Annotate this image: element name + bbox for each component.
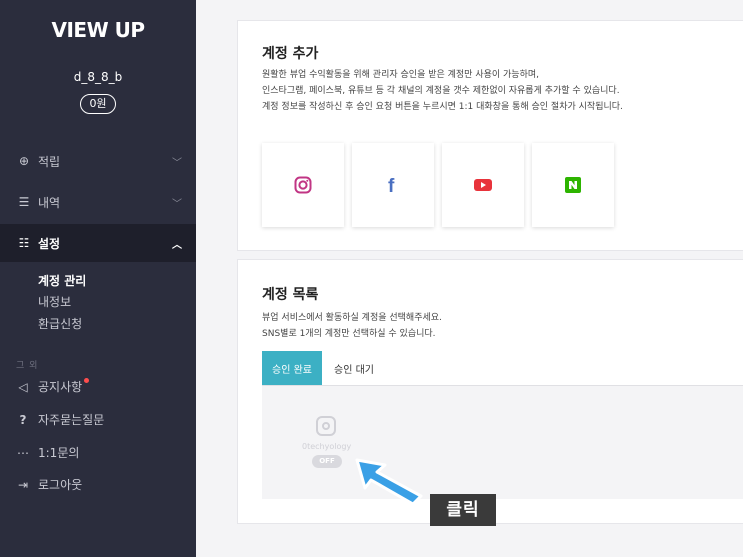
youtube-icon <box>474 179 492 191</box>
account-list-title: 계정 목록 <box>262 287 319 303</box>
chevron-up-icon: ︿ <box>172 239 182 251</box>
pointer-arrow-icon <box>355 458 423 506</box>
username: d_8_8_b <box>73 70 123 84</box>
sub-item-my-info[interactable]: 내정보 <box>38 293 71 310</box>
click-annotation-label: 클릭 <box>430 494 496 526</box>
add-facebook-button[interactable]: f <box>352 143 434 227</box>
facebook-icon: f <box>388 176 395 194</box>
desc-line: SNS별로 1개의 계정만 선택하실 수 있습니다. <box>262 329 436 339</box>
sub-item-refund[interactable]: 환급신청 <box>38 315 82 332</box>
logout-icon: ⇥ <box>17 477 29 492</box>
nav-item-history[interactable]: ☰ 내역 ﹀ <box>0 183 196 221</box>
coin-icon: ⊕ <box>18 154 30 168</box>
chevron-down-icon: ﹀ <box>172 198 182 210</box>
menu-label: 공지사항 <box>38 380 83 394</box>
add-youtube-button[interactable] <box>442 143 524 227</box>
desc-line: 인스타그램, 페이스북, 유튜브 등 각 채널의 계정을 갯수 제한없이 자유롭… <box>262 86 620 96</box>
nav-item-earn[interactable]: ⊕ 적립 ﹀ <box>0 142 196 180</box>
sub-item-account-manage[interactable]: 계정 관리 <box>38 272 86 289</box>
desc-line: 원활한 뷰업 수익활동을 위해 관리자 승인을 받은 계정만 사용이 가능하며, <box>262 70 540 80</box>
add-account-description: 원활한 뷰업 수익활동을 위해 관리자 승인을 받은 계정만 사용이 가능하며,… <box>262 67 623 115</box>
menu-label: 1:1문의 <box>38 446 80 460</box>
instagram-icon <box>294 176 312 194</box>
account-name: 0techyology <box>302 442 352 451</box>
megaphone-icon: ◁ <box>18 379 28 394</box>
tab-approved[interactable]: 승인 완료 <box>262 351 322 385</box>
points-badge: 0원 <box>80 94 116 114</box>
account-list-card: 계정 목록 뷰업 서비스에서 활동하실 계정을 선택해주세요. SNS별로 1개… <box>237 259 743 524</box>
nav-item-settings[interactable]: ☷ 설정 ︿ <box>0 224 196 262</box>
nav-label: 적립 <box>38 154 61 169</box>
section-label: 그 외 <box>16 361 39 371</box>
account-list-description: 뷰업 서비스에서 활동하실 계정을 선택해주세요. SNS별로 1개의 계정만 … <box>262 310 442 342</box>
add-account-title: 계정 추가 <box>262 46 319 62</box>
list-icon: ☰ <box>18 195 30 209</box>
menu-item-faq[interactable]: ? 자주묻는질문 <box>16 411 105 428</box>
account-panel: 0techyology OFF <box>262 385 743 499</box>
nav-label: 내역 <box>38 195 61 210</box>
add-naver-button[interactable] <box>532 143 614 227</box>
tab-pending[interactable]: 승인 대기 <box>326 351 382 385</box>
notification-dot <box>84 378 90 383</box>
desc-line: 계정 정보를 작성하신 후 승인 요청 버튼을 누르시면 1:1 대화창을 통해… <box>262 102 623 112</box>
menu-item-notice[interactable]: ◁ 공지사항 <box>16 378 90 395</box>
menu-label: 로그아웃 <box>38 478 83 492</box>
menu-item-logout[interactable]: ⇥ 로그아웃 <box>16 476 82 493</box>
desc-line: 뷰업 서비스에서 활동하실 계정을 선택해주세요. <box>262 313 442 323</box>
menu-item-inquiry[interactable]: ⋯ 1:1문의 <box>16 444 79 461</box>
account-toggle[interactable]: OFF <box>312 455 342 468</box>
instagram-icon <box>316 416 336 436</box>
nav-label: 설정 <box>38 236 61 251</box>
menu-label: 자주묻는질문 <box>38 413 105 427</box>
svg-text:f: f <box>388 176 395 194</box>
sidebar: VIEW UP d_8_8_b 0원 ⊕ 적립 ﹀ ☰ 내역 ﹀ ☷ 설정 ︿ … <box>0 0 196 557</box>
sliders-icon: ☷ <box>18 236 30 250</box>
question-icon: ? <box>19 412 27 427</box>
naver-icon <box>565 177 581 193</box>
chat-icon: ⋯ <box>17 445 29 460</box>
add-account-card: 계정 추가 원활한 뷰업 수익활동을 위해 관리자 승인을 받은 계정만 사용이… <box>237 20 743 251</box>
add-instagram-button[interactable] <box>262 143 344 227</box>
logo: VIEW UP <box>51 18 145 42</box>
chevron-down-icon: ﹀ <box>172 157 182 169</box>
